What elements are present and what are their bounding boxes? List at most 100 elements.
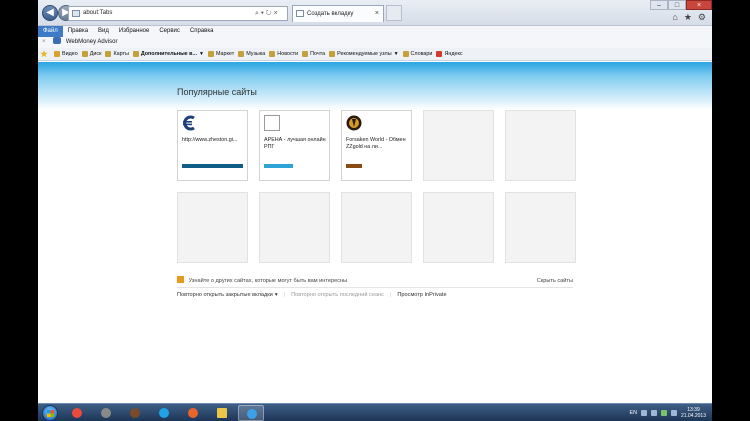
forsaken-world-icon bbox=[346, 115, 362, 131]
favorites-item[interactable]: Рекомендуемые узлы ▼ bbox=[329, 48, 402, 60]
skype-icon bbox=[159, 408, 169, 418]
activity-bar bbox=[264, 164, 293, 168]
maximize-button[interactable]: □ bbox=[668, 0, 686, 10]
minimize-button[interactable]: – bbox=[650, 0, 668, 10]
title-bar: ◀ ▶ about:Tabs ⌕ ▾ ↻ × Создать вкладку ×… bbox=[38, 0, 712, 26]
favorite-site-icon bbox=[269, 51, 276, 57]
reopen-closed-tabs-link[interactable]: Повторно открыть закрытые вкладки bbox=[177, 291, 273, 299]
explorer-icon bbox=[217, 408, 227, 418]
empty-tile bbox=[423, 192, 494, 263]
taskbar-explorer-button[interactable] bbox=[209, 405, 235, 421]
site-tile-title: Forsaken World - Обмен ZZgold на ли... bbox=[346, 137, 406, 150]
site-tile[interactable]: АРЕНА - лучшая онлайн РПГ bbox=[259, 110, 330, 181]
language-indicator[interactable]: EN bbox=[629, 410, 637, 416]
tab-close-icon[interactable]: × bbox=[375, 6, 379, 22]
empty-tile bbox=[259, 192, 330, 263]
favorites-item[interactable]: Карты bbox=[105, 48, 132, 60]
inprivate-link[interactable]: Просмотр InPrivate bbox=[397, 291, 446, 299]
tray-icon[interactable] bbox=[650, 410, 657, 416]
ie-icon bbox=[247, 409, 257, 419]
menu-item[interactable]: Вид bbox=[93, 26, 114, 37]
close-window-button[interactable]: × bbox=[686, 0, 712, 10]
tab-new[interactable]: Создать вкладку × bbox=[292, 5, 384, 22]
menu-item[interactable]: Сервис bbox=[154, 26, 185, 37]
tab-title: Создать вкладку bbox=[307, 11, 354, 17]
favorites-item-label: Почта bbox=[310, 50, 326, 57]
session-actions: Повторно открыть закрытые вкладки ▾ | По… bbox=[177, 291, 447, 299]
favorite-site-icon bbox=[436, 51, 443, 57]
windows-logo-icon bbox=[47, 410, 54, 417]
favorites-item[interactable]: Новости bbox=[269, 48, 302, 60]
page-title: Популярные сайты bbox=[177, 87, 257, 97]
empty-tile bbox=[423, 110, 494, 181]
system-tray: EN 13:39 21.04.2013 bbox=[629, 404, 706, 421]
menu-item[interactable]: Файл bbox=[38, 26, 63, 37]
chevron-down-icon[interactable]: ▾ bbox=[275, 291, 278, 299]
activity-bar bbox=[182, 164, 243, 168]
gear-icon[interactable]: ⚙ bbox=[698, 12, 706, 23]
favorites-item[interactable]: Видео bbox=[54, 48, 82, 60]
favorites-item-label: Яндекс bbox=[444, 50, 463, 57]
reopen-last-session-link[interactable]: Повторно открыть последний сеанс bbox=[291, 291, 384, 299]
favorites-item-label: Новости bbox=[277, 50, 299, 57]
activity-bar bbox=[346, 164, 362, 168]
tray-icon[interactable] bbox=[640, 410, 647, 416]
favorite-site-icon bbox=[105, 51, 112, 57]
favorite-site-icon bbox=[329, 51, 336, 57]
chevron-down-icon[interactable]: ▼ bbox=[199, 48, 204, 61]
hide-sites-link[interactable]: Скрыть сайты bbox=[537, 276, 573, 286]
favorites-item-label: Дополнительные в... bbox=[140, 50, 197, 57]
favorites-item[interactable]: Дополнительные в... ▼ bbox=[132, 48, 208, 61]
favorites-item[interactable]: Маркет bbox=[207, 48, 238, 60]
favorites-icon[interactable]: ★ bbox=[684, 12, 692, 23]
taskbar-skype-button[interactable] bbox=[151, 405, 177, 421]
address-tools[interactable]: ⌕ ▾ ↻ × bbox=[255, 7, 278, 20]
menu-item[interactable]: Справка bbox=[185, 26, 219, 37]
taskbar-game-button[interactable] bbox=[122, 405, 148, 421]
taskbar-ie-button[interactable] bbox=[238, 405, 264, 421]
volume-icon[interactable] bbox=[670, 410, 677, 416]
favorites-item-label: Диск bbox=[89, 50, 102, 57]
favorites-star-icon[interactable] bbox=[40, 48, 54, 60]
network-icon[interactable] bbox=[660, 410, 667, 416]
discover-sites-link[interactable]: Узнайте о других сайтах, которые могут б… bbox=[189, 278, 348, 284]
taskbar-player-button[interactable] bbox=[180, 405, 206, 421]
toolbar-close-icon[interactable]: × bbox=[42, 39, 46, 45]
address-bar[interactable]: about:Tabs ⌕ ▾ ↻ × bbox=[68, 6, 288, 21]
favorites-item[interactable]: Почта bbox=[302, 48, 329, 60]
favorites-item-label: Видео bbox=[62, 50, 78, 57]
favorites-item[interactable]: Музыка bbox=[238, 48, 269, 60]
screen: ◀ ▶ about:Tabs ⌕ ▾ ↻ × Создать вкладку ×… bbox=[38, 0, 712, 421]
site-tile[interactable]: http://www.zheston.gi... bbox=[177, 110, 248, 181]
favorites-bar: Видео Диск Карты Дополнительные в... ▼ Маркет… bbox=[38, 48, 712, 61]
taskbar-chrome-button[interactable] bbox=[64, 405, 90, 421]
info-line: Узнайте о других сайтах, которые могут б… bbox=[177, 276, 573, 288]
tab-icon bbox=[296, 10, 304, 17]
favorites-item-label: Маркет bbox=[215, 50, 235, 57]
clock[interactable]: 13:39 21.04.2013 bbox=[681, 407, 706, 419]
address-text: about:Tabs bbox=[83, 10, 113, 16]
new-tab-button[interactable] bbox=[386, 5, 402, 21]
back-button[interactable]: ◀ bbox=[42, 5, 58, 21]
separator: | bbox=[283, 292, 286, 298]
taskbar: EN 13:39 21.04.2013 bbox=[38, 403, 712, 421]
favorite-site-icon bbox=[238, 51, 245, 57]
home-icon[interactable]: ⌂ bbox=[672, 12, 677, 23]
menu-item[interactable]: Правка bbox=[63, 26, 93, 37]
taskbar-media-button[interactable] bbox=[93, 405, 119, 421]
webmoney-label[interactable]: WebMoney Advisor bbox=[66, 39, 118, 45]
clock-date: 21.04.2013 bbox=[680, 413, 706, 419]
empty-tile bbox=[341, 192, 412, 263]
site-tile[interactable]: Forsaken World - Обмен ZZgold на ли... bbox=[341, 110, 412, 181]
chevron-down-icon[interactable]: ▼ bbox=[394, 48, 399, 61]
menu-item[interactable]: Избранное bbox=[114, 26, 154, 37]
favorites-item[interactable]: Яндекс bbox=[436, 48, 466, 60]
favorites-item[interactable]: Словари bbox=[402, 48, 437, 60]
start-button[interactable] bbox=[42, 405, 58, 421]
info-icon bbox=[177, 276, 184, 283]
site-tile-title: АРЕНА - лучшая онлайн РПГ bbox=[264, 137, 326, 150]
new-tab-page: Популярные сайты http://www.zheston.gi..… bbox=[38, 62, 712, 403]
separator: | bbox=[389, 292, 392, 298]
favorites-item-label: Карты bbox=[113, 50, 129, 57]
favorites-item[interactable]: Диск bbox=[81, 48, 106, 60]
